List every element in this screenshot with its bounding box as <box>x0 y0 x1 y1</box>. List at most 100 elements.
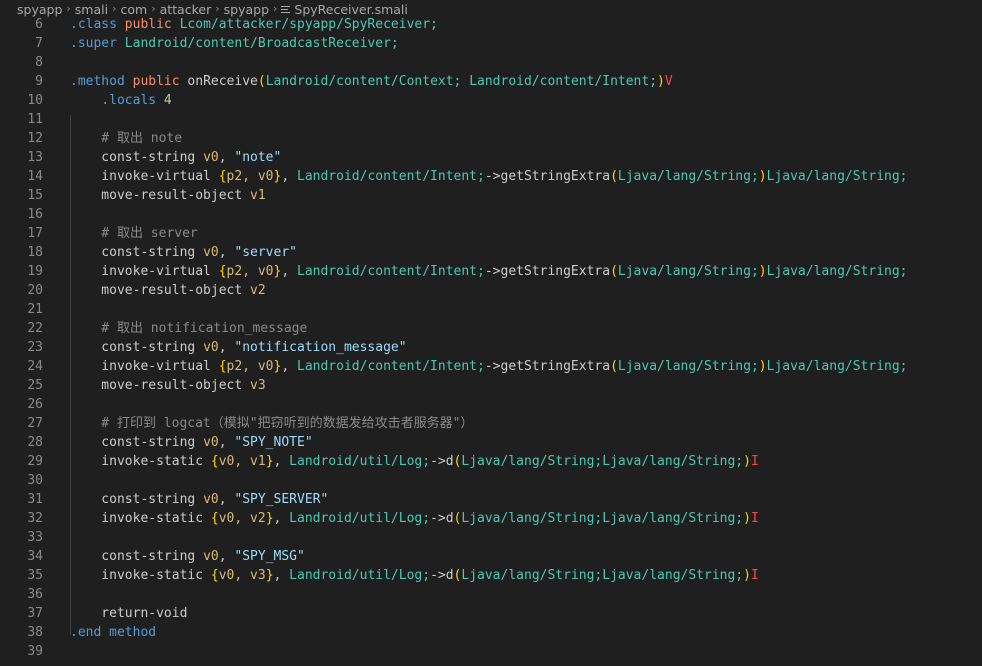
line-number: 23 <box>27 340 43 355</box>
code-token: { <box>210 511 219 526</box>
line-number: 28 <box>27 435 43 450</box>
code-line[interactable]: 39 <box>0 642 982 661</box>
code-text: const-string v0, "SPY_MSG" <box>70 547 305 566</box>
code-line[interactable]: 37 return-void <box>0 604 982 623</box>
code-token: V <box>664 74 673 89</box>
code-token: ->d <box>430 568 454 583</box>
code-text: # 打印到 logcat（模拟"把窃听到的数据发给攻击者服务器"） <box>70 414 473 433</box>
code-token: const-string <box>70 492 204 507</box>
code-token: invoke-static <box>70 511 211 526</box>
code-token: Ljava/lang/String; <box>617 169 759 184</box>
chevron-right-icon: › <box>112 1 117 15</box>
code-token: invoke-static <box>70 454 211 469</box>
line-number: 38 <box>27 625 43 640</box>
code-line[interactable]: 29 invoke-static {v0, v1}, Landroid/util… <box>0 452 982 471</box>
code-token: const-string <box>70 340 204 355</box>
line-number: 30 <box>27 473 43 488</box>
line-number: 27 <box>27 416 43 431</box>
line-number: 20 <box>27 283 43 298</box>
code-line[interactable]: 34 const-string v0, "SPY_MSG" <box>0 547 982 566</box>
code-line[interactable]: 11 <box>0 110 982 129</box>
code-text: # 取出 notification_message <box>70 319 307 338</box>
code-line[interactable]: 30 <box>0 471 982 490</box>
chevron-right-icon: › <box>151 1 156 15</box>
code-token: invoke-virtual <box>70 169 219 184</box>
line-number: 16 <box>27 207 43 222</box>
code-line[interactable]: 26 <box>0 395 982 414</box>
code-text: .locals 4 <box>70 91 171 110</box>
code-line[interactable]: 9 .method public onReceive(Landroid/conte… <box>0 72 982 91</box>
code-line[interactable]: 16 <box>0 205 982 224</box>
code-line[interactable]: 15 move-result-object v1 <box>0 186 982 205</box>
code-token: { <box>218 264 227 279</box>
code-line[interactable]: 27 # 打印到 logcat（模拟"把窃听到的数据发给攻击者服务器"） <box>0 414 982 433</box>
code-line[interactable]: 12 # 取出 note <box>0 129 982 148</box>
code-token: ) <box>758 359 767 374</box>
code-text: const-string v0, "notification_message" <box>70 338 407 357</box>
code-token: move-result-object <box>70 188 251 203</box>
code-text: return-void <box>70 604 187 623</box>
code-line[interactable]: 22 # 取出 notification_message <box>0 319 982 338</box>
code-text: .method public onReceive(Landroid/conten… <box>70 72 673 91</box>
chevron-right-icon: › <box>273 1 278 15</box>
line-number: 19 <box>27 264 43 279</box>
code-token: "notification_message" <box>234 340 407 355</box>
code-line[interactable]: 6 .class public Lcom/attacker/spyapp/SpyR… <box>0 15 982 34</box>
code-token: Ljava/lang/String;Ljava/lang/String; <box>461 568 744 583</box>
code-line[interactable]: 25 move-result-object v3 <box>0 376 982 395</box>
code-line[interactable]: 8 <box>0 53 982 72</box>
code-line[interactable]: 33 <box>0 528 982 547</box>
code-editor[interactable]: 6 .class public Lcom/attacker/spyapp/SpyR… <box>0 15 982 666</box>
code-line[interactable]: 21 <box>0 300 982 319</box>
code-token: # 取出 note <box>70 131 183 146</box>
code-token: "SPY_SERVER" <box>234 492 329 507</box>
code-token: ( <box>610 264 618 279</box>
code-token: v0 <box>203 340 219 355</box>
line-number: 26 <box>27 397 43 412</box>
code-token: ) <box>743 511 751 526</box>
line-number: 12 <box>27 131 43 146</box>
code-token: v0, v3 <box>218 568 266 583</box>
line-number: 6 <box>35 17 43 32</box>
code-line[interactable]: 20 move-result-object v2 <box>0 281 982 300</box>
code-token: ->d <box>430 454 454 469</box>
code-line[interactable]: 36 <box>0 585 982 604</box>
code-token: Landroid/util/Log; <box>289 511 431 526</box>
line-number: 13 <box>27 150 43 165</box>
code-token: "SPY_MSG" <box>234 549 305 564</box>
code-line[interactable]: 38 .end method <box>0 623 982 642</box>
line-number: 37 <box>27 606 43 621</box>
code-line[interactable]: 24 invoke-virtual {p2, v0}, Landroid/con… <box>0 357 982 376</box>
code-token: v3 <box>250 378 266 393</box>
code-line[interactable]: 10 .locals 4 <box>0 91 982 110</box>
code-token: Ljava/lang/String;Ljava/lang/String; <box>461 511 744 526</box>
code-line[interactable]: 7 .super Landroid/content/BroadcastReceiv… <box>0 34 982 53</box>
code-line[interactable]: 23 const-string v0, "notification_messag… <box>0 338 982 357</box>
code-line[interactable]: 17 # 取出 server <box>0 224 982 243</box>
code-line[interactable]: 31 const-string v0, "SPY_SERVER" <box>0 490 982 509</box>
code-line[interactable]: 28 const-string v0, "SPY_NOTE" <box>0 433 982 452</box>
line-number: 18 <box>27 245 43 260</box>
code-token: ) <box>657 74 665 89</box>
code-token: , <box>218 492 235 507</box>
code-token: v2 <box>250 283 266 298</box>
line-number: 34 <box>27 549 43 564</box>
line-number: 31 <box>27 492 43 507</box>
code-line[interactable]: 14 invoke-virtual {p2, v0}, Landroid/con… <box>0 167 982 186</box>
code-line[interactable]: 32 invoke-static {v0, v2}, Landroid/util… <box>0 509 982 528</box>
line-number: 17 <box>27 226 43 241</box>
code-token: Ljava/lang/String; <box>766 264 908 279</box>
code-token: ->getStringExtra <box>484 169 611 184</box>
code-line[interactable]: 19 invoke-virtual {p2, v0}, Landroid/con… <box>0 262 982 281</box>
code-line[interactable]: 18 const-string v0, "server" <box>0 243 982 262</box>
code-token: method <box>109 625 157 640</box>
code-token: v0 <box>203 492 219 507</box>
code-token: } <box>265 454 274 469</box>
code-token: # 取出 notification_message <box>70 321 308 336</box>
code-line[interactable]: 35 invoke-static {v0, v3}, Landroid/util… <box>0 566 982 585</box>
code-line[interactable]: 13 const-string v0, "note" <box>0 148 982 167</box>
code-token: } <box>265 568 274 583</box>
code-token: { <box>218 359 227 374</box>
code-text: # 取出 note <box>70 129 182 148</box>
code-token: v0 <box>203 549 219 564</box>
